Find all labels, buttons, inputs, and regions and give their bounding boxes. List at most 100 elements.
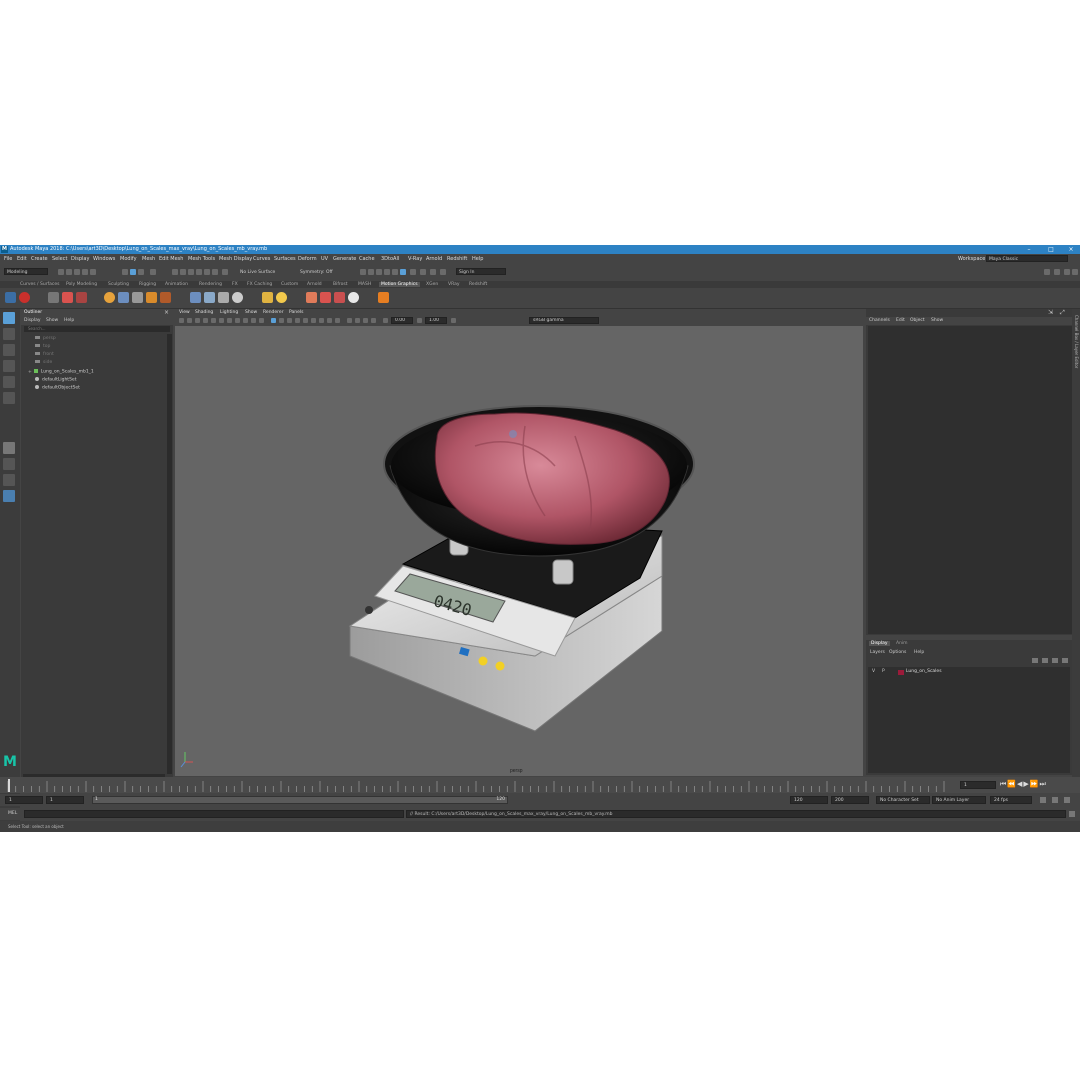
wireframe-icon[interactable] (271, 318, 276, 323)
type-icon[interactable] (76, 292, 87, 303)
workspace-dropdown[interactable]: Maya Classic (986, 255, 1068, 262)
playback-start-field[interactable]: 1 (46, 796, 84, 804)
layer-tab-display[interactable]: Display (869, 641, 890, 646)
history-icon[interactable] (222, 269, 228, 275)
shelf-tab[interactable]: FX (232, 282, 238, 287)
field-chart-icon[interactable] (251, 318, 256, 323)
blend-icon[interactable] (160, 292, 171, 303)
trail-icon[interactable] (190, 292, 201, 303)
outliner-item-top[interactable]: top (35, 344, 50, 351)
script-language-toggle[interactable]: MEL (8, 811, 17, 816)
snap-surface-icon[interactable] (204, 269, 210, 275)
shirt-icon[interactable] (320, 292, 331, 303)
menu-surfaces[interactable]: Surfaces (274, 256, 296, 262)
gate-mask-icon[interactable] (243, 318, 248, 323)
render-view-icon[interactable] (368, 269, 374, 275)
camera-attributes-icon[interactable] (179, 318, 184, 323)
sun-icon[interactable] (276, 292, 287, 303)
cb-menu-edit[interactable]: Edit (896, 318, 905, 323)
select-component-icon[interactable] (138, 269, 144, 275)
shelf-tab[interactable]: Arnold (307, 282, 322, 287)
new-layer-selected-icon[interactable] (1062, 658, 1068, 663)
pause-icon[interactable] (440, 269, 446, 275)
undo-icon[interactable] (82, 269, 88, 275)
cb-menu-show[interactable]: Show (931, 318, 943, 323)
repro-icon[interactable] (146, 292, 157, 303)
outliner-search-input[interactable]: Search... (24, 326, 170, 332)
gamma-field[interactable]: 1.00 (425, 317, 447, 324)
snap-curve-icon[interactable] (180, 269, 186, 275)
channel-box-side-tab[interactable]: Channel Box / Layer Editor (1073, 315, 1079, 425)
fps-dropdown[interactable]: 24 fps (990, 796, 1032, 804)
two-d-pan-icon[interactable] (203, 318, 208, 323)
outliner-item-front[interactable]: front (35, 352, 54, 359)
smooth-shade-icon[interactable] (279, 318, 284, 323)
playback-end-field[interactable]: 120 (790, 796, 828, 804)
vp-menu-panels[interactable]: Panels (289, 310, 303, 315)
color-management-icon[interactable] (451, 318, 456, 323)
select-tool-icon[interactable] (3, 312, 15, 324)
menu-vray[interactable]: V-Ray (408, 256, 422, 262)
cb-menu-object[interactable]: Object (910, 318, 925, 323)
render-icon[interactable] (376, 269, 382, 275)
anim-layer-dropdown[interactable]: No Anim Layer (932, 796, 986, 804)
distribute-icon[interactable] (104, 292, 115, 303)
preferences-icon[interactable] (1064, 797, 1070, 803)
shelf-tab[interactable]: FX Caching (247, 282, 272, 287)
snowflake-icon[interactable] (348, 292, 359, 303)
float-icon[interactable]: ⤢ (1060, 309, 1065, 317)
range-bar[interactable]: 1 120 (92, 796, 508, 804)
resolution-gate-icon[interactable] (235, 318, 240, 323)
open-scene-icon[interactable] (66, 269, 72, 275)
rotate-tool-icon[interactable] (3, 376, 15, 388)
menu-generate[interactable]: Generate (333, 256, 356, 262)
outliner-menu-display[interactable]: Display (24, 318, 41, 323)
shelf-settings-icon[interactable] (5, 292, 16, 303)
exposure-icon[interactable] (383, 318, 388, 323)
plus-icon[interactable] (378, 292, 389, 303)
shelf-tab[interactable]: Custom (281, 282, 298, 287)
grid-icon[interactable] (219, 318, 224, 323)
single-view-icon[interactable] (3, 442, 15, 454)
modeling-toolkit-icon[interactable] (1044, 269, 1050, 275)
playback-controls[interactable]: ⏮⏪◀▶⏩⏭ (1000, 780, 1047, 789)
auto-key-icon[interactable] (1040, 797, 1046, 803)
menu-mesh[interactable]: Mesh (142, 256, 155, 262)
menuset-dropdown[interactable]: Modeling (4, 268, 48, 275)
layer-name[interactable]: Lung_on_Scales (906, 669, 942, 674)
gamma-icon[interactable] (417, 318, 422, 323)
layer-move-down-icon[interactable] (1042, 658, 1048, 663)
outliner-item-side[interactable]: side (35, 360, 52, 367)
shelf-tab[interactable]: Rendering (199, 282, 222, 287)
loop-icon[interactable] (1052, 797, 1058, 803)
vp-menu-renderer[interactable]: Renderer (263, 310, 284, 315)
outliner-layout-icon[interactable] (3, 490, 15, 502)
xray-icon[interactable] (355, 318, 360, 323)
menu-redshift[interactable]: Redshift (447, 256, 467, 262)
command-input[interactable] (24, 810, 404, 818)
side-tab-strip[interactable]: Channel Box / Layer Editor (1072, 309, 1080, 779)
current-frame-field[interactable]: 1 (960, 781, 996, 789)
menu-create[interactable]: Create (31, 256, 48, 262)
menu-3dtoall[interactable]: 3DtoAll (381, 256, 399, 262)
menu-windows[interactable]: Windows (93, 256, 115, 262)
shelf-tab[interactable]: Rigging (139, 282, 156, 287)
minimize-icon[interactable]: – (1018, 245, 1040, 254)
list-icon[interactable] (48, 292, 59, 303)
scale-tool-icon[interactable] (3, 392, 15, 404)
isolate-select-icon[interactable] (347, 318, 352, 323)
animation-end-field[interactable]: 200 (831, 796, 869, 804)
xray-joints-icon[interactable] (363, 318, 368, 323)
layer-color-swatch[interactable] (898, 670, 904, 675)
new-scene-icon[interactable] (58, 269, 64, 275)
text-icon[interactable] (132, 292, 143, 303)
shelf-tab[interactable]: Animation (165, 282, 188, 287)
3d-viewport[interactable]: 0420 persp (175, 326, 863, 776)
paint-select-icon[interactable] (3, 344, 15, 356)
menu-modify[interactable]: Modify (120, 256, 137, 262)
layer-menu-options[interactable]: Options (889, 650, 906, 655)
dynamics-icon[interactable] (306, 292, 317, 303)
layer-menu-help[interactable]: Help (914, 650, 924, 655)
wireframe-on-shaded-icon[interactable] (287, 318, 292, 323)
lights-icon[interactable] (303, 318, 308, 323)
